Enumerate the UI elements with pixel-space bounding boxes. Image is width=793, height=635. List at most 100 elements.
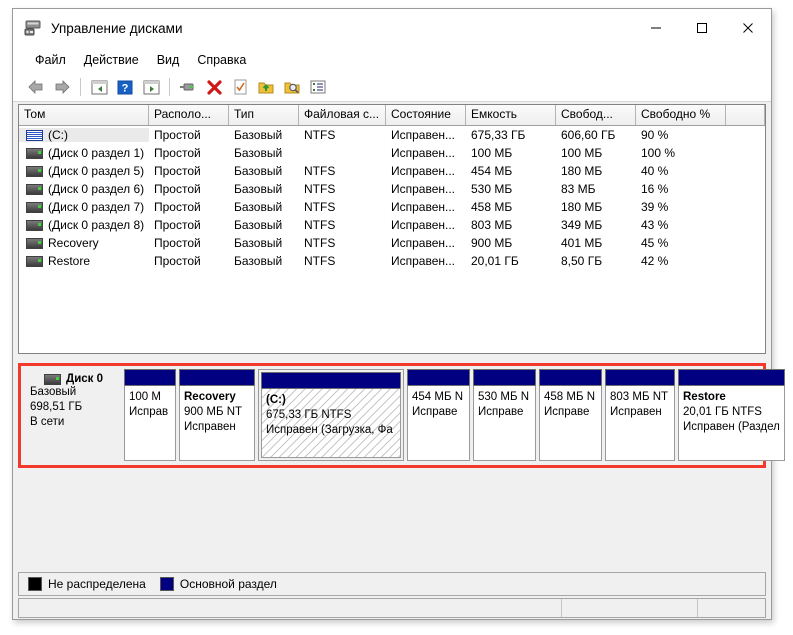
disk-name-row: Диск 0	[30, 373, 124, 385]
table-row[interactable]: (Диск 0 раздел 6) Простой Базовый NTFS Испра…	[19, 180, 765, 198]
partition-size: 675,33 ГБ NTFS	[266, 409, 352, 421]
disk-management-window: Управление дисками Файл Действие Вид Спр…	[12, 8, 785, 620]
partition-type-bar	[539, 369, 602, 385]
title-bar: Управление дисками	[13, 9, 771, 47]
cell-type: Базовый	[234, 146, 283, 160]
volume-list-panel[interactable]: Том Располо... Тип Файловая с... Состояние Ем…	[18, 104, 766, 354]
partition-block[interactable]: 100 М Исправ	[124, 369, 176, 461]
partition-status: Исправе	[544, 406, 590, 418]
column-header-1[interactable]: Располо...	[149, 105, 229, 125]
cell-free: 8,50 ГБ	[561, 254, 603, 268]
partition-block[interactable]: Recovery 900 МБ NT Исправен	[179, 369, 255, 461]
partition-size: 100 М	[129, 391, 161, 403]
partition-body: Restore 20,01 ГБ NTFS Исправен (Раздел	[678, 385, 785, 461]
partition-body: Recovery 900 МБ NT Исправен	[179, 385, 255, 461]
cell-layout: Простой	[154, 200, 201, 214]
cell-layout: Простой	[154, 254, 201, 268]
volume-list-body[interactable]: (C:) Простой Базовый NTFS Исправен... 675,33 …	[19, 126, 765, 270]
partition-type-bar	[261, 372, 401, 388]
cell-volume: (Диск 0 раздел 6)	[19, 182, 149, 196]
column-header-2[interactable]: Тип	[229, 105, 299, 125]
partition-size: 803 МБ NT	[610, 391, 669, 403]
table-row[interactable]: Recovery Простой Базовый NTFS Исправен... 900…	[19, 234, 765, 252]
table-row[interactable]: (C:) Простой Базовый NTFS Исправен... 675,33 …	[19, 126, 765, 144]
partition-body: (C:) 675,33 ГБ NTFS Исправен (Загрузка, Фа	[261, 388, 401, 458]
column-header-5[interactable]: Емкость	[466, 105, 556, 125]
properties-icon[interactable]	[138, 75, 164, 99]
cell-volume: (Диск 0 раздел 8)	[19, 218, 149, 232]
panel-splitter[interactable]	[18, 354, 766, 363]
cell-type: Базовый	[234, 218, 283, 232]
volume-name-label: (Диск 0 раздел 7)	[48, 200, 145, 214]
partition-type-bar	[179, 369, 255, 385]
partition-block[interactable]: 803 МБ NT Исправен	[605, 369, 675, 461]
menu-item-help[interactable]: Справка	[188, 50, 255, 70]
cell-fs: NTFS	[304, 236, 336, 250]
close-button[interactable]	[725, 9, 771, 47]
column-header-3[interactable]: Файловая с...	[299, 105, 386, 125]
partition-block[interactable]: 458 МБ N Исправе	[539, 369, 602, 461]
minimize-button[interactable]	[633, 9, 679, 47]
disk-graphical-view[interactable]: Диск 0 Базовый 698,51 ГБ В сети 100 М Исп…	[18, 363, 785, 468]
volume-name-label: Recovery	[48, 236, 99, 250]
partition-block[interactable]: Restore 20,01 ГБ NTFS Исправен (Раздел	[678, 369, 785, 461]
column-header-6[interactable]: Свобод...	[556, 105, 636, 125]
table-row[interactable]: (Диск 0 раздел 8) Простой Базовый NTFS Испра…	[19, 216, 765, 234]
cell-type: Базовый	[234, 128, 283, 142]
back-arrow-icon[interactable]	[23, 75, 49, 99]
table-row[interactable]: (Диск 0 раздел 5) Простой Базовый NTFS Испра…	[19, 162, 765, 180]
toolbar-separator	[169, 78, 170, 96]
volume-drive-icon	[26, 255, 43, 267]
table-row[interactable]: Restore Простой Базовый NTFS Исправен... 20,0…	[19, 252, 765, 270]
cell-free_pct: 90 %	[641, 128, 669, 142]
partition-status: Исправен	[610, 406, 662, 418]
partition-label: (C:)	[266, 394, 286, 406]
list-view-icon[interactable]	[305, 75, 331, 99]
partition-status: Исправен (Раздел	[683, 421, 780, 433]
checklist-icon[interactable]	[227, 75, 253, 99]
volume-name-label: (Диск 0 раздел 8)	[48, 218, 145, 232]
show-pane-icon[interactable]	[86, 75, 112, 99]
cell-capacity: 675,33 ГБ	[471, 128, 526, 142]
cell-free_pct: 45 %	[641, 236, 669, 250]
partition-size: 900 МБ NT	[184, 406, 243, 418]
table-row[interactable]: (Диск 0 раздел 7) Простой Базовый NTFS Испра…	[19, 198, 765, 216]
partition-block[interactable]: 530 МБ N Исправе	[473, 369, 536, 461]
partition-block[interactable]: (C:) 675,33 ГБ NTFS Исправен (Загрузка, Фа	[258, 369, 404, 461]
table-row[interactable]: (Диск 0 раздел 1) Простой Базовый Исправен.…	[19, 144, 765, 162]
cell-fs: NTFS	[304, 164, 336, 178]
maximize-button[interactable]	[679, 9, 725, 47]
status-bar	[18, 598, 766, 618]
disk-drive-icon	[44, 373, 61, 385]
column-header-7[interactable]: Свободно %	[636, 105, 726, 125]
help-icon[interactable]: ?	[112, 75, 138, 99]
cell-free_pct: 16 %	[641, 182, 669, 196]
cell-volume: Restore	[19, 254, 149, 268]
menu-item-view[interactable]: Вид	[148, 50, 189, 70]
cell-volume: (Диск 0 раздел 5)	[19, 164, 149, 178]
partition-body: 458 МБ N Исправе	[539, 385, 602, 461]
window-title: Управление дисками	[51, 20, 183, 36]
partition-type-bar	[678, 369, 785, 385]
cell-type: Базовый	[234, 182, 283, 196]
column-header-4[interactable]: Состояние	[386, 105, 466, 125]
cell-free: 606,60 ГБ	[561, 128, 616, 142]
delete-icon[interactable]	[201, 75, 227, 99]
forward-arrow-icon[interactable]	[49, 75, 75, 99]
column-header-0[interactable]: Том	[19, 105, 149, 125]
menu-item-action[interactable]: Действие	[75, 50, 148, 70]
partition-block[interactable]: 454 МБ N Исправе	[407, 369, 470, 461]
disk-drive-icon	[24, 20, 42, 36]
menu-item-file[interactable]: Файл	[26, 50, 75, 70]
disk-info-block[interactable]: Диск 0 Базовый 698,51 ГБ В сети	[21, 366, 124, 465]
partition-type-bar	[605, 369, 675, 385]
cell-fs: NTFS	[304, 254, 336, 268]
volume-drive-icon	[26, 183, 43, 195]
cell-fs: NTFS	[304, 218, 336, 232]
cell-volume: Recovery	[19, 236, 149, 250]
cell-type: Базовый	[234, 236, 283, 250]
search-folder-icon[interactable]	[279, 75, 305, 99]
connect-icon[interactable]	[175, 75, 201, 99]
upload-folder-icon[interactable]	[253, 75, 279, 99]
cell-layout: Простой	[154, 128, 201, 142]
